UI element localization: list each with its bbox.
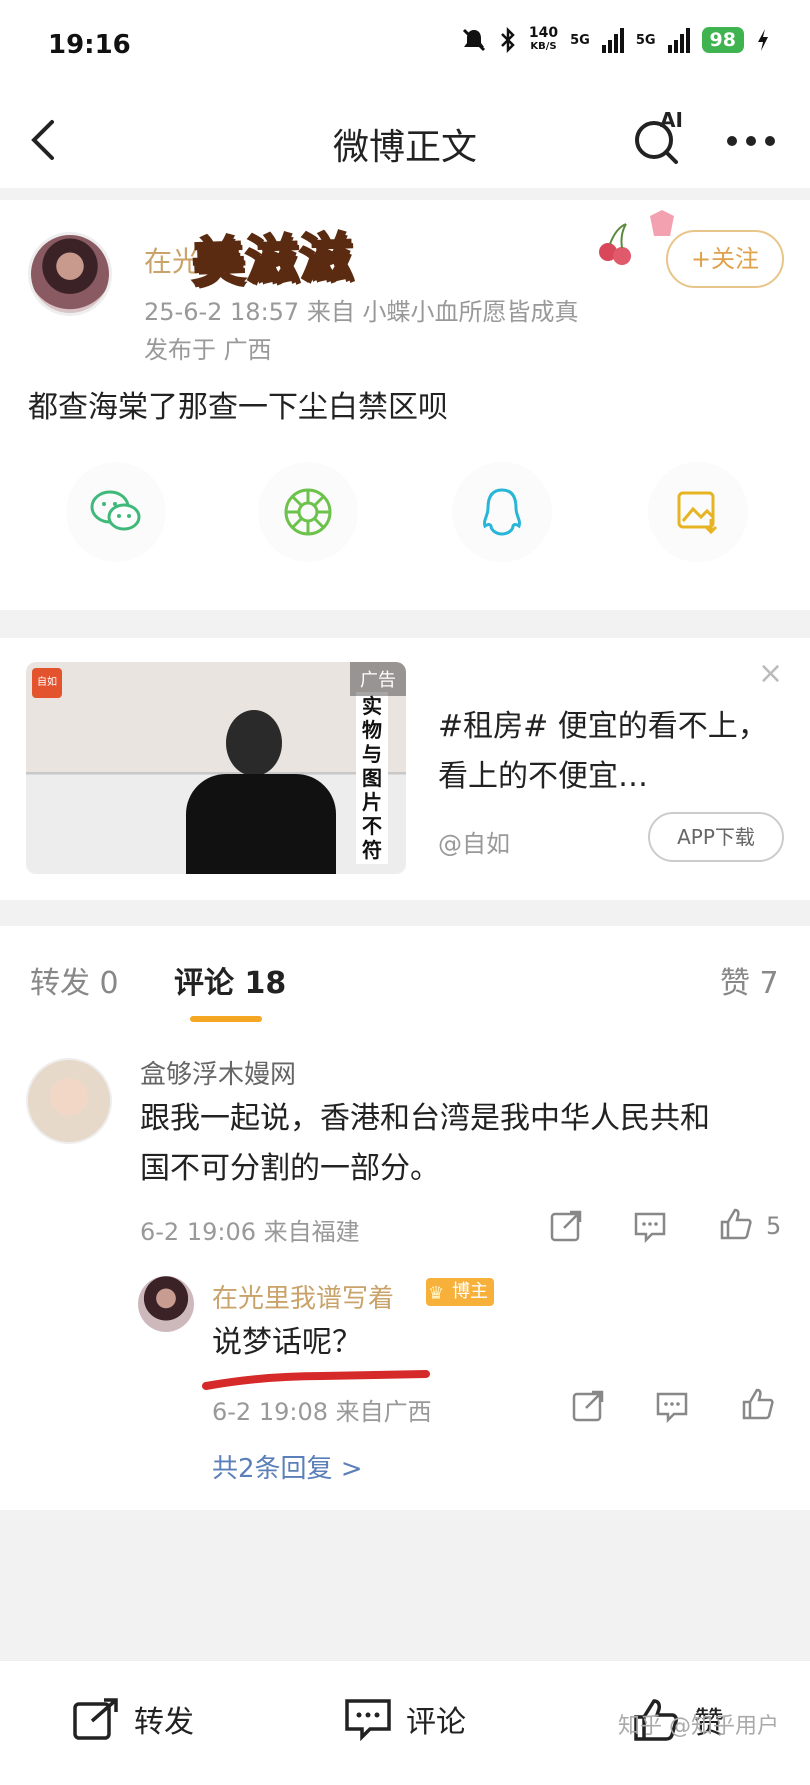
more-dots-icon — [727, 136, 775, 146]
reply-like-icon[interactable] — [740, 1386, 776, 1422]
nav-bar: 微博正文 AI — [0, 92, 810, 188]
share-row — [0, 462, 810, 572]
bluetooth-icon — [500, 27, 515, 53]
follow-button[interactable]: +关注 — [666, 230, 784, 288]
repost-icon — [73, 1698, 118, 1740]
ad-image[interactable]: 自如 实物与图片不符 广告 — [26, 662, 406, 874]
reply-author-name[interactable]: 在光里我谱写着 — [212, 1278, 394, 1315]
bottom-repost-label: 转发 — [134, 1705, 194, 1740]
mute-icon — [462, 28, 485, 52]
tab-active-indicator — [190, 1016, 262, 1022]
sim2-label: 5G — [635, 32, 656, 48]
ad-card[interactable]: 自如 实物与图片不符 广告 #租房# 便宜的看不上，看上的不便宜… @自如 AP… — [0, 638, 810, 900]
sim1-label: 5G — [570, 32, 590, 48]
comment-icon — [345, 1699, 391, 1741]
ad-person — [226, 710, 282, 776]
ad-text[interactable]: #租房# 便宜的看不上，看上的不便宜… — [438, 702, 778, 802]
share-wechat-button[interactable] — [66, 462, 166, 562]
qq-icon — [483, 488, 521, 536]
reply-icon[interactable] — [632, 1208, 668, 1244]
ad-person-body — [186, 774, 336, 874]
net-speed-value: 140 — [528, 25, 559, 41]
save-image-icon — [677, 491, 718, 535]
more-replies-link[interactable]: 共2条回复 > — [212, 1448, 363, 1485]
post-card: 在光 美滋滋 25-6-2 18:57 来自 小蝶小血所愿皆成真 发布于 广西 … — [0, 200, 810, 610]
comment-meta: 6-2 19:06 来自福建 — [140, 1218, 360, 1246]
app-download-button[interactable]: APP下载 — [648, 812, 784, 862]
signal-icon-1 — [601, 27, 624, 53]
tab-comments[interactable]: 评论 18 — [174, 958, 286, 1002]
host-badge-label: 博主 — [452, 1281, 488, 1302]
signal-icon-2 — [667, 27, 690, 53]
reply-repost-icon[interactable] — [570, 1388, 606, 1424]
comment-text-line1: 跟我一起说，香港和台湾是我中华人民共和 — [140, 1101, 710, 1136]
repost-icon[interactable] — [548, 1208, 584, 1244]
ai-search-button[interactable]: AI — [630, 108, 690, 170]
net-speed-unit: KB/S — [530, 41, 557, 52]
net-speed: 140 KB/S — [529, 26, 558, 54]
comment-text-line2: 国不可分割的一部分。 — [140, 1151, 440, 1186]
ad-badge: 广告 — [350, 662, 406, 696]
charging-icon — [758, 29, 768, 51]
moments-icon — [284, 488, 332, 536]
reply-reply-icon[interactable] — [654, 1388, 690, 1424]
reply-author-avatar[interactable] — [138, 1276, 194, 1332]
post-meta: 25-6-2 18:57 来自 小蝶小血所愿皆成真 — [144, 298, 579, 326]
sticker-overlay: 美滋滋 — [190, 227, 357, 296]
ai-label: AI — [660, 108, 683, 132]
comment-like-count: 5 — [766, 1212, 782, 1240]
post-text: 都查海棠了那查一下尘白禁区呗 — [28, 390, 448, 425]
tab-repost[interactable]: 转发 0 — [30, 958, 119, 1002]
wechat-icon — [90, 490, 141, 531]
post-location: 发布于 广西 — [144, 336, 272, 364]
watermark: 知乎 @知乎用户 — [618, 1714, 779, 1739]
status-time: 19:16 — [48, 30, 131, 60]
author-avatar[interactable] — [28, 232, 112, 316]
share-qq-button[interactable] — [452, 462, 552, 562]
commenter-name[interactable]: 盒够浮木嫚网 — [140, 1054, 296, 1091]
close-icon[interactable]: × — [758, 656, 783, 691]
like-icon[interactable] — [718, 1206, 754, 1242]
status-icons: 140 KB/S 5G 5G 98 — [461, 26, 770, 54]
comment-section: 转发 0 评论 18 赞 7 盒够浮木嫚网 跟我一起说，香港和台湾是我中华人民共… — [0, 926, 810, 1510]
ad-vertical-caption: 实物与图片不符 — [356, 692, 388, 864]
more-button[interactable] — [724, 118, 778, 158]
bottom-comment-label: 评论 — [406, 1705, 466, 1740]
share-moments-button[interactable] — [258, 462, 358, 562]
ad-brand-logo: 自如 — [32, 668, 62, 698]
status-bar: 19:16 140 KB/S 5G 5G 98 — [0, 0, 810, 92]
battery-icon: 98 — [701, 27, 744, 53]
commenter-avatar[interactable] — [26, 1058, 112, 1144]
reply-text: 说梦话呢？ — [212, 1325, 362, 1360]
save-image-button[interactable] — [648, 462, 748, 562]
ad-source[interactable]: @自如 — [438, 824, 510, 859]
reply-meta: 6-2 19:08 来自广西 — [212, 1398, 432, 1426]
host-badge: ♛ 博主 — [426, 1278, 494, 1306]
tab-likes[interactable]: 赞 7 — [720, 958, 779, 1002]
crown-icon: ♛ — [428, 1283, 445, 1304]
bottom-repost-button[interactable]: 转发 — [72, 1697, 194, 1741]
bottom-comment-button[interactable]: 评论 — [344, 1697, 466, 1741]
